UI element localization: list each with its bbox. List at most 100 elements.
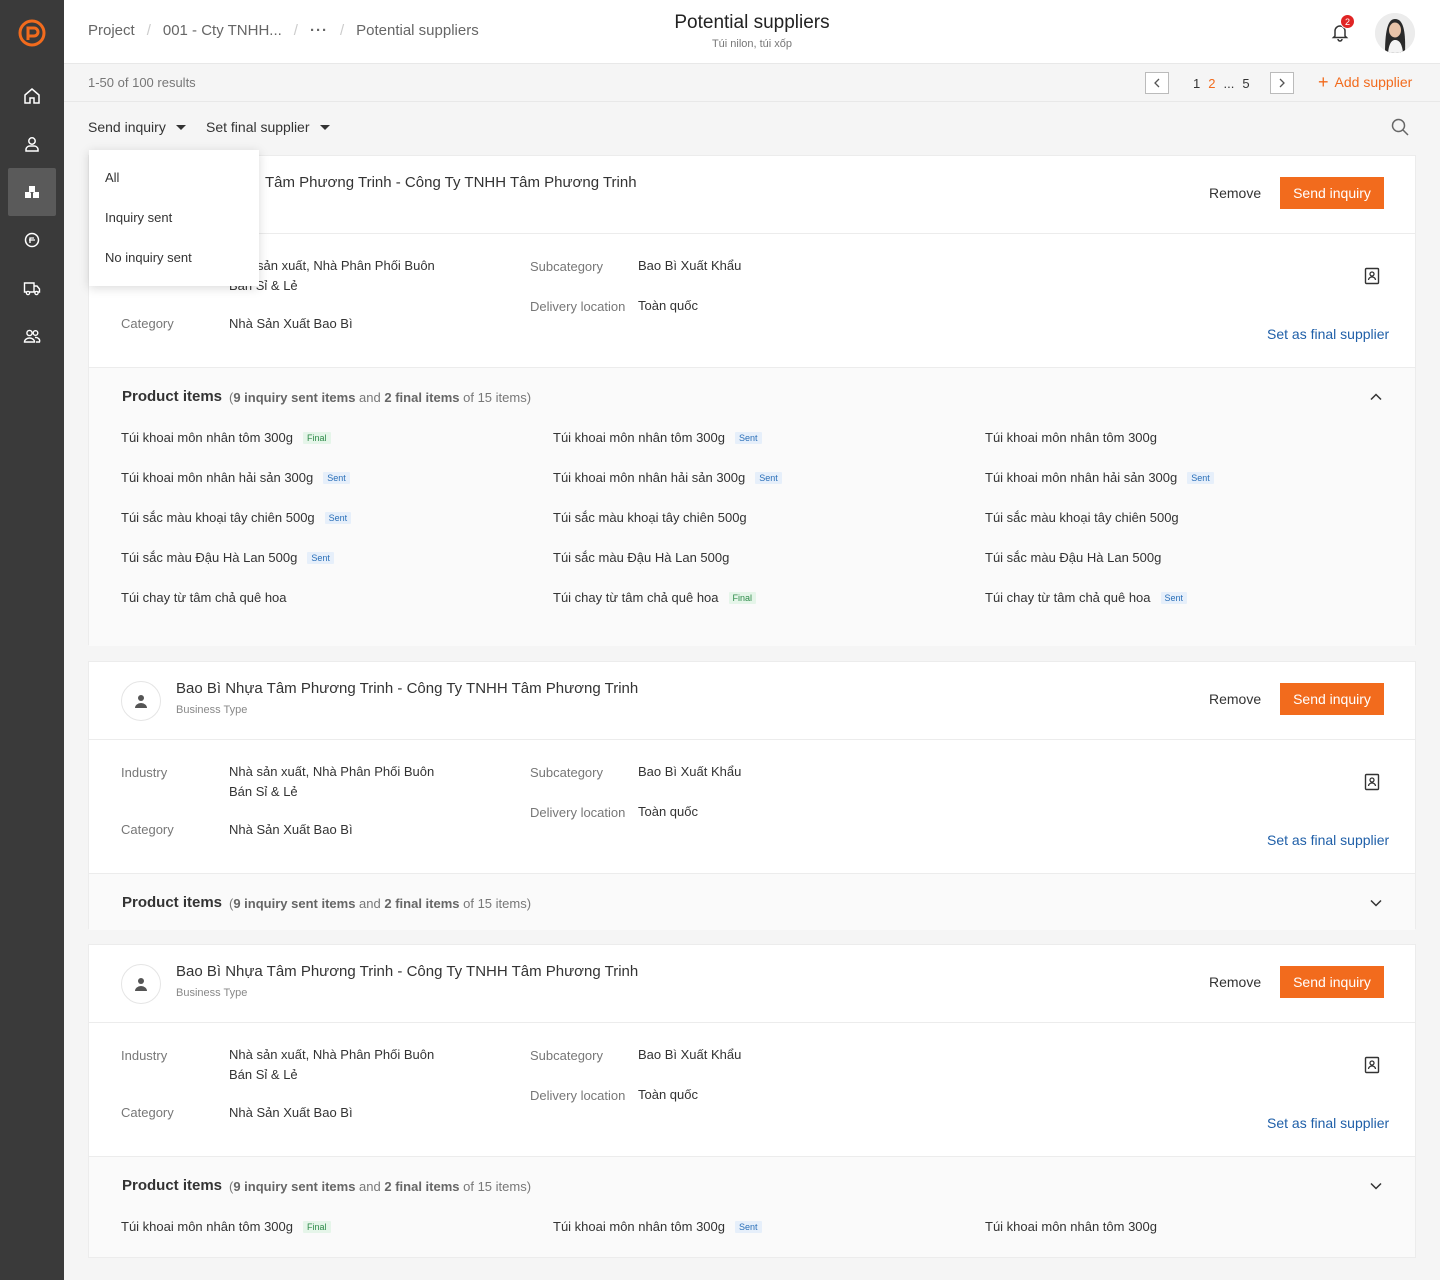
send-inquiry-button[interactable]: Send inquiry <box>1280 683 1384 715</box>
supplier-name[interactable]: Bao Bì Nhựa Tâm Phương Trinh - Công Ty T… <box>176 963 638 980</box>
page-2[interactable]: 2 <box>1208 76 1215 91</box>
add-supplier-label: Add supplier <box>1334 74 1413 90</box>
subcategory-value: Bao Bì Xuất Khẩu <box>638 258 742 273</box>
business-type: Business Type <box>176 987 248 999</box>
plus-icon: + <box>1318 72 1329 92</box>
set-final-supplier-link[interactable]: Set as final supplier <box>1267 1115 1389 1131</box>
next-page-button[interactable] <box>1269 72 1294 94</box>
industry-value-partial: sản xuất, Nhà Phân Phối Buôn <box>257 258 435 273</box>
contact-card-icon[interactable] <box>1363 267 1381 285</box>
subcategory-value: Bao Bì Xuất Khẩu <box>638 764 742 779</box>
notification-badge: 2 <box>1340 14 1355 29</box>
nav-chat[interactable] <box>8 216 56 264</box>
product-item: Túi chay từ tâm chả quê hoa Sent <box>985 590 1188 605</box>
supplier-card-header: Bao Bì Nhựa Tâm Phương Trinh - Công Ty T… <box>89 945 1415 1023</box>
final-badge: Final <box>303 1220 331 1233</box>
page-title-text: Potential suppliers <box>674 12 830 33</box>
category-value: Nhà Sản Xuất Bao Bì <box>229 1105 353 1120</box>
dropdown-option-inquiry-sent[interactable]: Inquiry sent <box>89 202 259 242</box>
prev-page-button[interactable] <box>1145 72 1169 94</box>
app-logo-icon[interactable] <box>17 18 47 48</box>
product-item: Túi sắc màu Đậu Hà Lan 500g <box>553 550 730 565</box>
contact-card-icon[interactable] <box>1363 1056 1381 1074</box>
product-item: Túi khoai môn nhân tôm 300g Final <box>121 1219 331 1234</box>
product-items-summary: (9 inquiry sent items and 2 final items … <box>229 390 532 405</box>
product-item: Túi khoai môn nhân tôm 300g Sent <box>553 430 762 445</box>
top-header: Project / 001 - Cty TNHH... / ··· / Pote… <box>64 0 1440 64</box>
page-5[interactable]: 5 <box>1242 76 1249 91</box>
nav-suppliers[interactable] <box>8 168 56 216</box>
search-icon[interactable] <box>1390 117 1410 137</box>
sent-badge: Sent <box>323 471 350 484</box>
set-final-filter[interactable]: Set final supplier <box>206 119 330 135</box>
subcategory-label: Subcategory <box>530 765 603 780</box>
business-type: Business Type <box>176 704 248 716</box>
supplier-details: Industry Nhà sản xuất, Nhà Phân Phối Buô… <box>89 1023 1415 1157</box>
nav-user[interactable] <box>8 120 56 168</box>
set-final-supplier-link[interactable]: Set as final supplier <box>1267 326 1389 342</box>
product-items-header[interactable]: Product items (9 inquiry sent items and … <box>89 1157 1415 1213</box>
set-final-supplier-link[interactable]: Set as final supplier <box>1267 832 1389 848</box>
sidebar <box>0 0 64 1280</box>
nav-home[interactable] <box>8 72 56 120</box>
add-supplier-button[interactable]: + Add supplier <box>1318 72 1413 92</box>
boxes-icon <box>25 186 39 198</box>
product-item: Túi khoai môn nhân tôm 300g Sent <box>553 1219 762 1234</box>
product-items-header[interactable]: Product items (9 inquiry sent items and … <box>89 874 1415 930</box>
chevron-down-icon[interactable] <box>1369 896 1383 910</box>
chevron-down-icon[interactable] <box>1369 1179 1383 1193</box>
final-badge: Final <box>728 591 757 604</box>
page-1[interactable]: 1 <box>1193 76 1200 91</box>
nav-team[interactable] <box>8 312 56 360</box>
dropdown-option-all[interactable]: All <box>89 162 259 202</box>
product-item: Túi khoai môn nhân hải sản 300g Sent <box>121 470 350 485</box>
category-value: Nhà Sản Xuất Bao Bì <box>229 822 353 837</box>
dropdown-option-no-inquiry[interactable]: No inquiry sent <box>89 242 259 282</box>
industry-label: Industry <box>121 765 168 780</box>
delivery-value: Toàn quốc <box>638 804 698 819</box>
remove-button[interactable]: Remove <box>1209 185 1261 201</box>
product-item: Túi sắc màu khoại tây chiên 500g Sent <box>121 510 352 525</box>
caret-down-icon <box>175 124 186 130</box>
send-inquiry-button[interactable]: Send inquiry <box>1280 966 1384 998</box>
product-items-title: Product items <box>122 1177 223 1194</box>
remove-button[interactable]: Remove <box>1209 974 1261 990</box>
delivery-label: Delivery location <box>530 1088 626 1103</box>
user-avatar[interactable] <box>1375 13 1415 53</box>
product-items-header[interactable]: Product items (9 inquiry sent items and … <box>89 368 1415 424</box>
product-items-summary: (9 inquiry sent items and 2 final items … <box>229 896 532 911</box>
product-items-summary: (9 inquiry sent items and 2 final items … <box>229 1179 532 1194</box>
supplier-card-header: Tâm Phương Trinh - Công Ty TNHH Tâm Phươ… <box>89 156 1415 234</box>
product-item: Túi khoai môn nhân tôm 300g <box>985 430 1157 445</box>
supplier-card: Bao Bì Nhựa Tâm Phương Trinh - Công Ty T… <box>88 944 1416 1258</box>
supplier-details: sản xuất, Nhà Phân Phối Buôn Bán Sỉ & Lẻ… <box>89 234 1415 368</box>
send-inquiry-dropdown: All Inquiry sent No inquiry sent <box>89 150 259 286</box>
sent-badge: Sent <box>307 551 334 564</box>
page-subtitle: Túi nilon, túi xốp <box>711 38 793 50</box>
supplier-card: Tâm Phương Trinh - Công Ty TNHH Tâm Phươ… <box>88 155 1416 646</box>
supplier-details: Industry Nhà sản xuất, Nhà Phân Phối Buô… <box>89 740 1415 874</box>
chevron-up-icon[interactable] <box>1369 390 1383 404</box>
chat-icon <box>24 232 40 248</box>
sent-badge: Sent <box>735 431 762 444</box>
filter-row: Send inquiry Set final supplier <box>64 103 1440 153</box>
product-item: Túi sắc màu Đậu Hà Lan 500g <box>985 550 1162 565</box>
category-value: Nhà Sản Xuất Bao Bì <box>229 316 353 331</box>
delivery-value: Toàn quốc <box>638 298 698 313</box>
product-items-grid: Túi khoai môn nhân tôm 300g Final Túi kho… <box>89 424 1415 646</box>
contact-card-icon[interactable] <box>1363 773 1381 791</box>
product-item: Túi khoai môn nhân tôm 300g Final <box>121 430 331 445</box>
industry-value-line2: Bán Sỉ & Lẻ <box>229 1067 298 1082</box>
remove-button[interactable]: Remove <box>1209 691 1261 707</box>
page-title: Potential suppliers Túi nilon, túi xốp <box>64 12 1440 50</box>
results-bar: 1-50 of 100 results 1 2 ... 5 + Add supp… <box>64 64 1440 102</box>
nav-delivery[interactable] <box>8 264 56 312</box>
results-count: 1-50 of 100 results <box>88 75 196 90</box>
category-label: Category <box>121 1105 174 1120</box>
supplier-name[interactable]: Tâm Phương Trinh - Công Ty TNHH Tâm Phươ… <box>265 174 637 191</box>
industry-value: Nhà sản xuất, Nhà Phân Phối Buôn <box>229 764 435 779</box>
supplier-name[interactable]: Bao Bì Nhựa Tâm Phương Trinh - Công Ty T… <box>176 680 638 697</box>
send-inquiry-filter[interactable]: Send inquiry <box>88 119 186 135</box>
send-inquiry-button[interactable]: Send inquiry <box>1280 177 1384 209</box>
product-item: Túi khoai môn nhân hải sản 300g Sent <box>985 470 1214 485</box>
